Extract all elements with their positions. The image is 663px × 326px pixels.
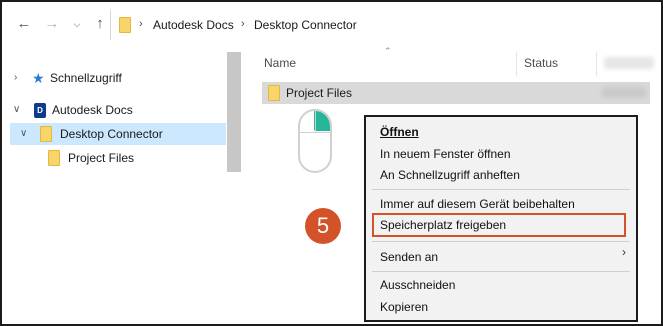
menu-item-copy[interactable]: Kopieren [380, 300, 428, 314]
blurred-column-header [604, 57, 654, 69]
expand-chevron-icon[interactable]: › [14, 67, 17, 89]
nav-item-label: Schnellzugriff [50, 71, 122, 85]
submenu-chevron-icon: › [622, 245, 626, 259]
nav-item-quick-access[interactable]: › ★ Schnellzugriff [2, 67, 222, 89]
autodesk-docs-icon: D [34, 103, 46, 118]
column-divider[interactable] [516, 52, 517, 76]
navigation-pane: › ★ Schnellzugriff ∨ D Autodesk Docs ∨ D… [2, 48, 242, 324]
up-arrow-icon[interactable]: ↑ [92, 15, 108, 33]
menu-item-open-new-window[interactable]: In neuem Fenster öffnen [380, 147, 511, 161]
menu-item-always-keep-on-device[interactable]: Immer auf diesem Gerät beibehalten [380, 197, 575, 211]
folder-icon [268, 85, 280, 101]
menu-item-label: Öffnen [380, 125, 419, 139]
menu-item-cut[interactable]: Ausschneiden [380, 278, 455, 292]
menu-separator [372, 271, 630, 272]
address-bar[interactable]: › Autodesk Docs › Desktop Connector [110, 10, 661, 40]
navigation-bar: ← → ⌵ ↑ › Autodesk Docs › Desktop Connec… [2, 2, 661, 48]
folder-icon [40, 126, 52, 142]
breadcrumb-chevron-icon: › [139, 18, 143, 30]
menu-separator [372, 189, 630, 190]
collapse-chevron-icon[interactable]: ∨ [20, 123, 27, 145]
column-divider[interactable] [596, 52, 597, 76]
sort-caret-icon: ⌃ [384, 46, 392, 56]
mouse-right-button [314, 111, 330, 131]
menu-item-open[interactable]: Öffnen [380, 125, 419, 139]
menu-item-free-up-space[interactable]: Speicherplatz freigeben [380, 218, 506, 232]
right-click-mouse-icon [298, 109, 332, 173]
nav-item-project-files[interactable]: Project Files [2, 147, 222, 169]
explorer-window: ← → ⌵ ↑ › Autodesk Docs › Desktop Connec… [0, 0, 663, 326]
column-header-name[interactable]: Name [264, 56, 296, 70]
folder-icon [48, 150, 60, 166]
navigation-pane-scrollbar[interactable] [227, 52, 241, 172]
star-icon: ★ [32, 70, 45, 86]
mouse-seam [300, 132, 330, 133]
file-name: Project Files [286, 86, 353, 100]
column-header-status[interactable]: Status [524, 56, 558, 70]
step-badge: 5 [305, 208, 341, 244]
context-menu: Öffnen In neuem Fenster öffnen An Schnel… [364, 115, 638, 322]
nav-item-label: Desktop Connector [60, 127, 163, 141]
breadcrumb-autodesk-docs[interactable]: Autodesk Docs [153, 18, 234, 32]
breadcrumb-desktop-connector[interactable]: Desktop Connector [254, 18, 357, 32]
breadcrumb-chevron-icon: › [241, 18, 245, 30]
nav-item-autodesk-docs[interactable]: ∨ D Autodesk Docs [2, 99, 222, 121]
forward-arrow-icon[interactable]: → [44, 15, 60, 33]
mouse-seam [315, 111, 316, 133]
nav-item-label: Project Files [68, 151, 135, 165]
nav-item-label: Autodesk Docs [52, 103, 133, 117]
back-arrow-icon[interactable]: ← [16, 15, 32, 33]
menu-item-send-to[interactable]: Senden an [380, 250, 438, 264]
nav-item-desktop-connector[interactable]: ∨ Desktop Connector [10, 123, 226, 145]
collapse-chevron-icon[interactable]: ∨ [13, 99, 20, 121]
menu-item-pin-quick-access[interactable]: An Schnellzugriff anheften [380, 168, 520, 182]
recent-locations-chevron-icon[interactable]: ⌵ [69, 15, 85, 33]
file-row-project-files[interactable]: Project Files [262, 82, 650, 104]
menu-separator [372, 241, 630, 242]
folder-icon [119, 17, 131, 33]
blurred-cell [602, 87, 646, 98]
